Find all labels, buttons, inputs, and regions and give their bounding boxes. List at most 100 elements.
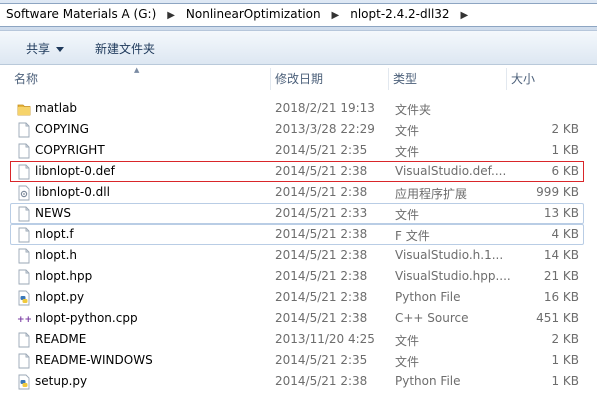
- file-row[interactable]: libnlopt-0.dll 2014/5/21 2:38 应用程序扩展 999 KB: [10, 182, 584, 203]
- file-size: 1 KB: [551, 353, 579, 367]
- file-date: 2018/2/21 19:13: [275, 101, 375, 115]
- file-date: 2014/5/21 2:38: [275, 248, 368, 262]
- file-name: README: [35, 332, 87, 346]
- python-icon: [17, 374, 31, 390]
- file-name: nlopt-python.cpp: [35, 311, 138, 325]
- file-row[interactable]: nlopt.hpp 2014/5/21 2:38 VisualStudio.hpp.…: [10, 266, 584, 287]
- file-date: 2014/5/21 2:38: [275, 290, 368, 304]
- file-row[interactable]: nlopt.py 2014/5/21 2:38 Python File 16 KB: [10, 287, 584, 308]
- file-type: F 文件: [395, 229, 430, 243]
- file-row[interactable]: nlopt.f 2014/5/21 2:38 F 文件 4 KB: [10, 224, 584, 245]
- file-icon: [17, 353, 31, 369]
- chevron-down-icon: [56, 47, 65, 52]
- file-name: libnlopt-0.def: [35, 164, 115, 178]
- breadcrumb-separator-icon[interactable]: ▶: [455, 10, 473, 21]
- file-icon: [17, 332, 31, 348]
- file-type: 文件: [395, 355, 420, 369]
- file-date: 2014/5/21 2:38: [275, 227, 368, 241]
- file-name: nlopt.hpp: [35, 269, 93, 283]
- column-header: ▲ 名称 修改日期 类型 大小: [0, 66, 597, 92]
- cpp-icon: ++: [17, 311, 32, 327]
- file-type: 应用程序扩展: [395, 187, 468, 201]
- share-label: 共享: [26, 42, 51, 56]
- file-name: NEWS: [35, 206, 72, 220]
- breadcrumb-drive[interactable]: Software Materials A (G:): [4, 7, 158, 21]
- breadcrumb-folder-nlopt[interactable]: nlopt-2.4.2-dll32: [348, 7, 451, 21]
- address-bar: Software Materials A (G:) ▶ NonlinearOpt…: [0, 0, 597, 31]
- file-row[interactable]: matlab 2018/2/21 19:13 文件夹: [10, 98, 584, 119]
- file-name: matlab: [35, 101, 78, 115]
- file-row[interactable]: ++ nlopt-python.cpp 2014/5/21 2:38 C++ Sour…: [10, 308, 584, 329]
- file-date: 2014/5/21 2:38: [275, 269, 368, 283]
- file-name: nlopt.h: [35, 248, 78, 262]
- share-button[interactable]: 共享: [26, 40, 65, 57]
- file-size: 2 KB: [551, 122, 579, 136]
- command-toolbar: 共享 新建文件夹: [0, 31, 597, 65]
- dll-icon: [17, 185, 31, 201]
- new-folder-button[interactable]: 新建文件夹: [95, 40, 155, 57]
- file-size: 4 KB: [551, 227, 579, 241]
- file-row[interactable]: README 2013/11/20 4:25 文件 2 KB: [10, 329, 584, 350]
- file-type: C++ Source: [395, 311, 469, 325]
- file-type: Python File: [395, 374, 461, 388]
- file-date: 2013/11/20 4:25: [275, 332, 375, 346]
- file-type: VisualStudio.def....: [395, 164, 507, 178]
- file-row[interactable]: NEWS 2014/5/21 2:33 文件 13 KB: [10, 203, 584, 224]
- file-icon: [17, 227, 31, 243]
- file-date: 2013/3/28 22:29: [275, 122, 375, 136]
- file-type: Python File: [395, 290, 461, 304]
- file-size: 1 KB: [551, 374, 579, 388]
- file-icon: [17, 143, 31, 159]
- file-row[interactable]: nlopt.h 2014/5/21 2:38 VisualStudio.h.1...…: [10, 245, 584, 266]
- folder-icon: [17, 101, 31, 117]
- file-size: 2 KB: [551, 332, 579, 346]
- new-folder-label: 新建文件夹: [95, 42, 156, 56]
- breadcrumb: Software Materials A (G:) ▶ NonlinearOpt…: [4, 7, 473, 21]
- file-type: 文件: [395, 145, 420, 159]
- file-type: 文件夹: [395, 103, 432, 117]
- file-date: 2014/5/21 2:35: [275, 143, 368, 157]
- file-row[interactable]: COPYING 2013/3/28 22:29 文件 2 KB: [10, 119, 584, 140]
- file-row[interactable]: COPYRIGHT 2014/5/21 2:35 文件 1 KB: [10, 140, 584, 161]
- file-name: COPYRIGHT: [35, 143, 105, 157]
- file-size: 21 KB: [543, 269, 579, 283]
- file-icon: [17, 164, 31, 180]
- file-row[interactable]: setup.py 2014/5/21 2:38 Python File 1 KB: [10, 371, 584, 392]
- file-date: 2014/5/21 2:35: [275, 353, 368, 367]
- file-size: 999 KB: [536, 185, 579, 199]
- breadcrumb-folder-nonlinear[interactable]: NonlinearOptimization: [184, 7, 323, 21]
- file-icon: [17, 248, 31, 264]
- file-icon: [17, 206, 31, 222]
- file-date: 2014/5/21 2:33: [275, 206, 368, 220]
- file-size: 451 KB: [536, 311, 579, 325]
- file-icon: [17, 269, 31, 285]
- breadcrumb-separator-icon[interactable]: ▶: [326, 10, 344, 21]
- breadcrumb-separator-icon[interactable]: ▶: [162, 10, 180, 21]
- address-box[interactable]: Software Materials A (G:) ▶ NonlinearOpt…: [0, 3, 597, 27]
- file-type: VisualStudio.h.1...: [395, 248, 504, 262]
- file-name: libnlopt-0.dll: [35, 185, 110, 199]
- file-date: 2014/5/21 2:38: [275, 185, 368, 199]
- column-header-date[interactable]: 修改日期: [271, 66, 388, 92]
- svg-text:++: ++: [17, 315, 31, 325]
- file-row[interactable]: libnlopt-0.def 2014/5/21 2:38 VisualStudio…: [10, 161, 584, 182]
- column-header-size[interactable]: 大小: [507, 66, 587, 92]
- file-name: nlopt.f: [35, 227, 74, 241]
- file-date: 2014/5/21 2:38: [275, 164, 368, 178]
- file-name: setup.py: [35, 374, 88, 388]
- file-name: README-WINDOWS: [35, 353, 153, 367]
- file-date: 2014/5/21 2:38: [275, 374, 368, 388]
- file-name: COPYING: [35, 122, 89, 136]
- python-icon: [17, 290, 31, 306]
- file-type: VisualStudio.hpp....: [395, 269, 511, 283]
- column-header-name[interactable]: 名称: [10, 66, 270, 92]
- column-header-type[interactable]: 类型: [389, 66, 506, 92]
- file-size: 14 KB: [543, 248, 579, 262]
- file-row[interactable]: README-WINDOWS 2014/5/21 2:35 文件 1 KB: [10, 350, 584, 371]
- file-type: 文件: [395, 124, 420, 138]
- file-size: 6 KB: [551, 164, 579, 178]
- file-size: 16 KB: [543, 290, 579, 304]
- file-type: 文件: [395, 208, 420, 222]
- file-date: 2014/5/21 2:38: [275, 311, 368, 325]
- file-icon: [17, 122, 31, 138]
